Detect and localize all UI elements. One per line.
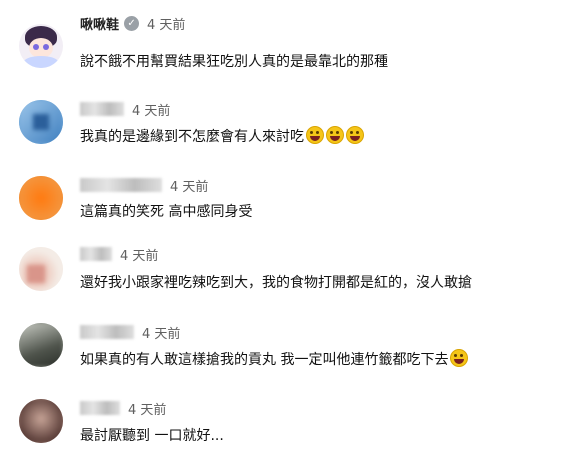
comment-meta: 4 天前 [80, 176, 208, 195]
comment-text: 如果真的有人敢這樣搶我的貢丸 我一定叫他連竹籤都吃下去 [80, 349, 469, 370]
username[interactable]: 啾啾鞋 [80, 14, 119, 33]
comment-item: 4 天前 還好我小跟家裡吃辣吃到大，我的食物打開都是紅的，沒人敢搶 [0, 245, 561, 317]
avatar[interactable] [19, 399, 63, 443]
comment-meta: 4 天前 [80, 399, 166, 418]
avatar[interactable] [19, 176, 63, 220]
username-redacted[interactable] [80, 247, 112, 261]
comment-text-content: 我真的是邊緣到不怎麼會有人來討吃 [80, 129, 304, 145]
username-redacted[interactable] [80, 401, 120, 415]
timestamp[interactable]: 4 天前 [142, 323, 180, 342]
comment-text: 說不餓不用幫買結果狂吃別人真的是最靠北的那種 [80, 54, 388, 70]
grinning-face-icon [346, 126, 364, 144]
avatar[interactable] [19, 247, 63, 291]
avatar[interactable] [19, 323, 63, 367]
timestamp[interactable]: 4 天前 [147, 14, 185, 33]
comment-item: 4 天前 如果真的有人敢這樣搶我的貢丸 我一定叫他連竹籤都吃下去 [0, 323, 561, 395]
timestamp[interactable]: 4 天前 [132, 100, 170, 119]
comment-text: 最討厭聽到 一口就好... [80, 428, 224, 444]
timestamp[interactable]: 4 天前 [170, 176, 208, 195]
username-redacted[interactable] [80, 102, 124, 116]
comment-item: 4 天前 我真的是邊緣到不怎麼會有人來討吃 [0, 100, 561, 172]
timestamp[interactable]: 4 天前 [120, 245, 158, 264]
comment-item: 4 天前 最討厭聽到 一口就好... [0, 399, 561, 460]
comment-text: 這篇真的笑死 高中感同身受 [80, 204, 253, 220]
grinning-face-icon [450, 349, 469, 367]
grinning-face-icon [326, 126, 344, 144]
comment-item: 啾啾鞋 ✓ 4 天前 說不餓不用幫買結果狂吃別人真的是最靠北的那種 [0, 14, 561, 86]
username-redacted[interactable] [80, 325, 134, 339]
grinning-face-icon [306, 126, 324, 144]
comment-text: 還好我小跟家裡吃辣吃到大，我的食物打開都是紅的，沒人敢搶 [80, 275, 472, 291]
comment-meta: 4 天前 [80, 323, 180, 342]
comment-item: 4 天前 這篇真的笑死 高中感同身受 [0, 176, 561, 248]
comment-meta: 4 天前 [80, 245, 158, 264]
timestamp[interactable]: 4 天前 [128, 399, 166, 418]
username-redacted[interactable] [80, 178, 162, 192]
avatar[interactable] [19, 24, 63, 68]
avatar[interactable] [19, 100, 63, 144]
comment-meta: 4 天前 [80, 100, 170, 119]
comment-meta: 啾啾鞋 ✓ 4 天前 [80, 14, 185, 33]
comment-text-content: 如果真的有人敢這樣搶我的貢丸 我一定叫他連竹籤都吃下去 [80, 352, 449, 368]
comment-text: 我真的是邊緣到不怎麼會有人來討吃 [80, 126, 364, 147]
check-icon: ✓ [124, 15, 140, 31]
